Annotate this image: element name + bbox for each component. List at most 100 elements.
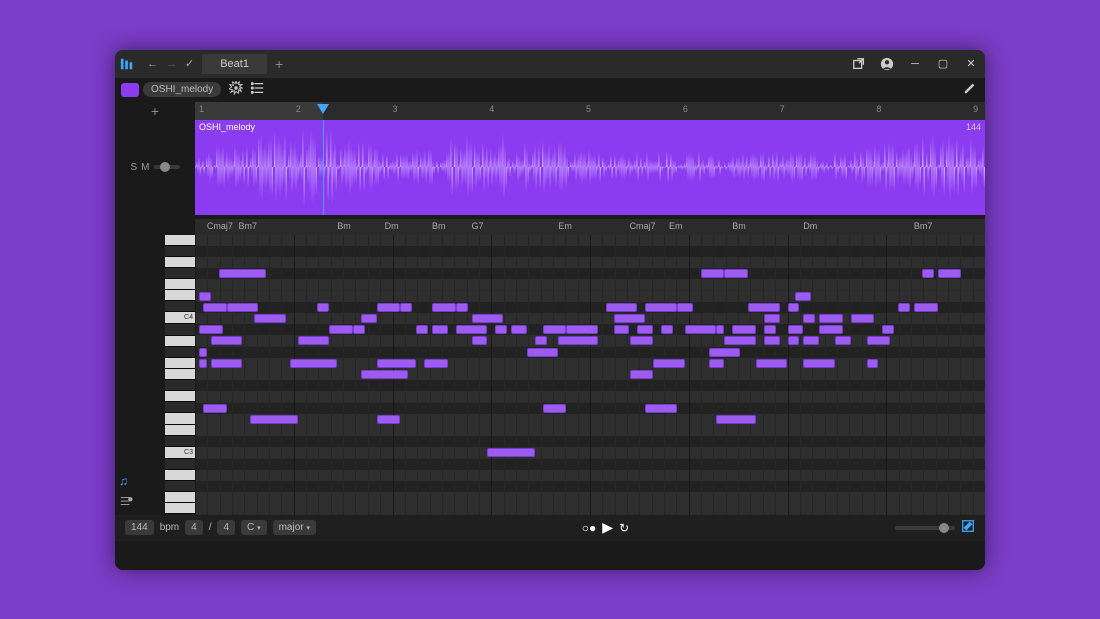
close-button[interactable]: ✕ (957, 50, 985, 78)
chord-label[interactable]: Cmaj7 (207, 221, 233, 231)
chord-ruler[interactable]: Cmaj7Bm7BmDmBmG7EmCmaj7EmBmDmBm7 (195, 219, 985, 235)
midi-note[interactable] (472, 336, 488, 345)
midi-note[interactable] (424, 359, 448, 368)
chord-label[interactable]: Em (558, 221, 572, 231)
midi-note[interactable] (614, 314, 646, 323)
list-icon[interactable] (251, 81, 265, 98)
chord-label[interactable]: Dm (803, 221, 817, 231)
forward-icon[interactable]: → (166, 58, 177, 70)
midi-note[interactable] (543, 325, 567, 334)
midi-note[interactable] (709, 359, 725, 368)
midi-note[interactable] (819, 314, 843, 323)
midi-note[interactable] (377, 303, 401, 312)
midi-note[interactable] (456, 303, 468, 312)
midi-note[interactable] (677, 303, 693, 312)
midi-note[interactable] (685, 325, 717, 334)
playhead[interactable] (323, 120, 324, 215)
midi-note[interactable] (835, 336, 851, 345)
add-track-button[interactable]: + (115, 102, 195, 120)
midi-note[interactable] (199, 359, 207, 368)
playhead-marker[interactable] (317, 104, 329, 114)
midi-note[interactable] (748, 303, 780, 312)
midi-note[interactable] (254, 314, 286, 323)
midi-note[interactable] (400, 303, 412, 312)
pencil-icon[interactable] (963, 81, 977, 98)
midi-note[interactable] (614, 325, 630, 334)
midi-note[interactable] (803, 359, 835, 368)
project-tab[interactable]: Beat1 (202, 54, 267, 74)
timeline-ruler[interactable]: 123456789 (195, 102, 985, 120)
mute-button[interactable]: M (141, 162, 149, 173)
chord-label[interactable]: Bm7 (238, 221, 257, 231)
waveform-clip[interactable]: OSHI_melody 144 (195, 120, 985, 215)
midi-note[interactable] (558, 336, 598, 345)
zoom-slider[interactable] (895, 526, 955, 530)
play-button[interactable]: ▶ (602, 519, 613, 536)
app-logo-icon[interactable] (115, 52, 139, 76)
midi-note[interactable] (211, 359, 243, 368)
midi-note[interactable] (487, 448, 534, 457)
midi-note[interactable] (495, 325, 507, 334)
midi-note[interactable] (527, 348, 559, 357)
midi-note[interactable] (377, 359, 417, 368)
midi-note[interactable] (788, 303, 800, 312)
key-select[interactable]: C ▾ (241, 520, 267, 535)
midi-note[interactable] (764, 314, 780, 323)
chord-label[interactable]: Bm7 (914, 221, 933, 231)
chord-label[interactable]: Cmaj7 (630, 221, 656, 231)
midi-note[interactable] (716, 325, 724, 334)
back-icon[interactable]: ← (147, 58, 158, 70)
check-icon[interactable]: ✓ (185, 57, 194, 70)
midi-note[interactable] (361, 314, 377, 323)
midi-note[interactable] (456, 325, 488, 334)
chord-label[interactable]: Bm (432, 221, 446, 231)
midi-note[interactable] (764, 325, 776, 334)
midi-note[interactable] (472, 314, 504, 323)
midi-note[interactable] (653, 359, 685, 368)
midi-note[interactable] (630, 370, 654, 379)
midi-note[interactable] (432, 325, 448, 334)
gear-icon[interactable] (229, 81, 243, 98)
midi-note[interactable] (329, 325, 353, 334)
solo-button[interactable]: S (130, 162, 137, 173)
midi-note[interactable] (803, 336, 819, 345)
midi-note[interactable] (199, 325, 223, 334)
maximize-button[interactable]: ▢ (929, 50, 957, 78)
new-tab-button[interactable]: + (267, 56, 291, 72)
midi-note[interactable] (203, 303, 227, 312)
chord-label[interactable]: Em (669, 221, 683, 231)
chord-label[interactable]: Bm (732, 221, 746, 231)
midi-note[interactable] (914, 303, 938, 312)
midi-note[interactable] (227, 303, 259, 312)
minimize-button[interactable]: ─ (901, 50, 929, 78)
chord-label[interactable]: G7 (472, 221, 484, 231)
midi-note[interactable] (203, 404, 227, 413)
midi-note[interactable] (416, 325, 428, 334)
midi-note[interactable] (211, 336, 243, 345)
midi-note[interactable] (709, 348, 741, 357)
timesig-num[interactable]: 4 (185, 520, 203, 535)
bpm-value[interactable]: 144 (125, 520, 154, 535)
track-name[interactable]: OSHI_melody (143, 82, 221, 97)
loop-button[interactable]: ↻ (619, 521, 629, 535)
midi-note[interactable] (795, 292, 811, 301)
volume-slider[interactable] (154, 165, 180, 169)
midi-note[interactable] (724, 269, 748, 278)
chord-label[interactable]: Bm (337, 221, 351, 231)
record-icon[interactable]: ○● (582, 521, 597, 535)
midi-note[interactable] (250, 415, 297, 424)
midi-note[interactable] (732, 325, 756, 334)
midi-note[interactable] (867, 336, 891, 345)
midi-note[interactable] (606, 303, 638, 312)
midi-note[interactable] (566, 325, 598, 334)
share-icon[interactable] (845, 50, 873, 78)
midi-note[interactable] (661, 325, 673, 334)
midi-note[interactable] (377, 415, 401, 424)
midi-note[interactable] (199, 348, 207, 357)
midi-note[interactable] (219, 269, 266, 278)
midi-note[interactable] (898, 303, 910, 312)
midi-note[interactable] (851, 314, 875, 323)
note-tool-icon[interactable]: ♫ (119, 474, 161, 488)
midi-note[interactable] (317, 303, 329, 312)
midi-note[interactable] (290, 359, 337, 368)
